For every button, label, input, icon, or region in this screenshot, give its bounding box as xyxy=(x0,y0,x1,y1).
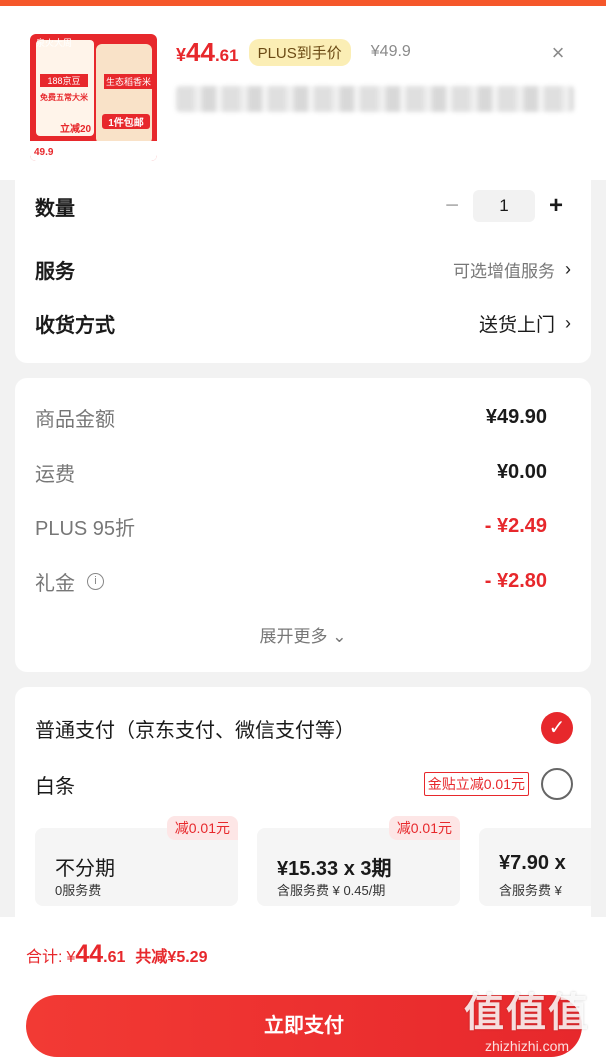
plan-sub: 0服务费 xyxy=(55,883,102,898)
thumb-promo-20: 立减20 xyxy=(60,124,92,135)
quantity-label: 数量 xyxy=(35,197,75,220)
plus-price-tag: PLUS到手价 xyxy=(248,38,351,66)
baitiao-row[interactable]: 白条 金贴立减0.01元 xyxy=(35,766,573,802)
service-hint: 可选增值服务 xyxy=(453,261,555,281)
fee-summary-card: 商品金额 ¥49.90 运费 ¥0.00 PLUS 95折 - ¥2.49 礼金… xyxy=(15,378,591,672)
baitiao-label: 白条 xyxy=(35,775,75,798)
service-row[interactable]: 服务 可选增值服务 › xyxy=(35,252,571,286)
order-options-card: 数量 − 1 + 服务 可选增值服务 › 收货方式 送货上门 › xyxy=(15,180,591,363)
quantity-stepper: − 1 + xyxy=(437,190,571,222)
plan-sub: 含服务费 ¥ 0.45/期 xyxy=(277,883,386,898)
close-icon[interactable]: × xyxy=(540,38,576,68)
product-title-blurred xyxy=(176,86,574,112)
quantity-input[interactable]: 1 xyxy=(473,190,535,222)
plan-option[interactable]: ¥7.90 x 含服务费 ¥ xyxy=(479,828,591,906)
plus-icon[interactable]: + xyxy=(541,192,571,220)
installment-plans: 减0.01元 不分期 0服务费 减0.01元 ¥15.33 x 3期 含服务费 … xyxy=(35,816,591,906)
chevron-right-icon: › xyxy=(565,258,571,279)
fee-row-plus-discount: PLUS 95折 - ¥2.49 xyxy=(35,514,547,540)
product-thumbnail: 泉火大周 188京豆 免费五常大米 立减20 生态稻香米 1件包邮 49.9 xyxy=(30,34,157,161)
thumb-promo-188: 188京豆 xyxy=(40,74,88,87)
total-amount: 44 xyxy=(75,940,104,968)
thumb-price: 49.9 xyxy=(34,147,54,158)
thumb-eco-label: 生态稻香米 xyxy=(104,74,154,89)
product-header: 泉火大周 188京豆 免费五常大米 立减20 生态稻香米 1件包邮 49.9 ¥… xyxy=(0,6,606,180)
thumb-brand: 泉火大周 xyxy=(36,38,73,48)
thumb-package: 1件包邮 xyxy=(102,114,150,129)
quantity-row: 数量 − 1 + xyxy=(35,189,571,223)
radio-unselected[interactable] xyxy=(541,768,573,800)
plus-price: ¥44.61 xyxy=(176,36,239,67)
minus-icon[interactable]: − xyxy=(437,192,467,220)
price-row: ¥44.61 PLUS到手价 ¥49.9 xyxy=(176,36,411,68)
plan-title: ¥15.33 x 3期 xyxy=(277,858,392,880)
plan-discount-badge: 减0.01元 xyxy=(166,816,238,840)
plan-sub: 含服务费 ¥ xyxy=(499,883,562,898)
service-label: 服务 xyxy=(35,260,75,283)
total-row: 合计: ¥ 44 .61 共减¥5.29 xyxy=(26,940,208,968)
normal-pay-label: 普通支付（京东支付、微信支付等） xyxy=(35,719,355,742)
normal-pay-row[interactable]: 普通支付（京东支付、微信支付等） ✓ xyxy=(35,710,573,746)
subsidy-tag: 金贴立减0.01元 xyxy=(423,772,529,796)
plan-title: ¥7.90 x xyxy=(499,852,566,874)
total-label: 合计: xyxy=(26,949,63,966)
plan-title: 不分期 xyxy=(55,858,115,880)
total-saved: 共减¥5.29 xyxy=(135,949,208,966)
delivery-value: 送货上门 xyxy=(478,314,555,336)
fee-row-gift: 礼金 i - ¥2.80 xyxy=(35,569,547,595)
plan-discount-badge: 减0.01元 xyxy=(388,816,460,840)
thumb-free-rice: 免费五常大米 xyxy=(40,93,88,102)
fee-row-goods: 商品金额 ¥49.90 xyxy=(35,405,547,431)
info-icon[interactable]: i xyxy=(87,572,104,590)
plan-option[interactable]: 减0.01元 ¥15.33 x 3期 含服务费 ¥ 0.45/期 xyxy=(257,816,460,906)
fee-row-shipping: 运费 ¥0.00 xyxy=(35,460,547,486)
original-price: ¥49.9 xyxy=(370,43,411,60)
delivery-label: 收货方式 xyxy=(35,314,115,337)
chevron-right-icon: › xyxy=(565,312,571,333)
expand-more-button[interactable]: 展开更多 ⌄ xyxy=(15,622,591,647)
watermark-logo: 值值值 zhizhizhi.com xyxy=(464,991,590,1054)
check-selected-icon[interactable]: ✓ xyxy=(541,712,573,744)
payment-card: 普通支付（京东支付、微信支付等） ✓ 白条 金贴立减0.01元 减0.01元 不… xyxy=(15,687,591,917)
plan-option[interactable]: 减0.01元 不分期 0服务费 xyxy=(35,816,238,906)
delivery-row[interactable]: 收货方式 送货上门 › xyxy=(35,306,571,340)
